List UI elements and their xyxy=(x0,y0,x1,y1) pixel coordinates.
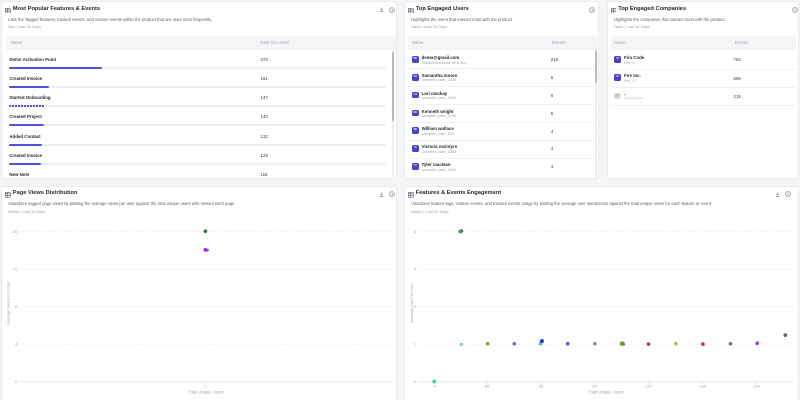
svg-text:4: 4 xyxy=(15,341,18,346)
svg-text:12: 12 xyxy=(13,266,18,271)
svg-text:8: 8 xyxy=(15,304,18,309)
svg-text:138: 138 xyxy=(699,383,706,388)
svg-text:4: 4 xyxy=(414,229,417,234)
svg-text:1: 1 xyxy=(204,383,207,388)
svg-text:154: 154 xyxy=(753,383,760,388)
svg-text:0: 0 xyxy=(414,379,417,384)
svg-text:99: 99 xyxy=(592,383,597,388)
svg-text:16: 16 xyxy=(13,229,18,234)
svg-text:3: 3 xyxy=(414,266,417,271)
svg-text:89: 89 xyxy=(485,383,490,388)
svg-text:Average Use Per User: Average Use Per User xyxy=(409,282,414,323)
svg-text:Total Unique Users: Total Unique Users xyxy=(588,389,623,394)
svg-text:Total Unique Users: Total Unique Users xyxy=(188,389,223,394)
svg-text:0: 0 xyxy=(15,379,18,384)
svg-text:1: 1 xyxy=(414,341,417,346)
svg-text:Average Views Per User: Average Views Per User xyxy=(6,280,11,324)
svg-text:2: 2 xyxy=(414,304,417,309)
svg-text:0: 0 xyxy=(434,383,437,388)
svg-text:95: 95 xyxy=(539,383,544,388)
svg-text:127: 127 xyxy=(645,383,652,388)
